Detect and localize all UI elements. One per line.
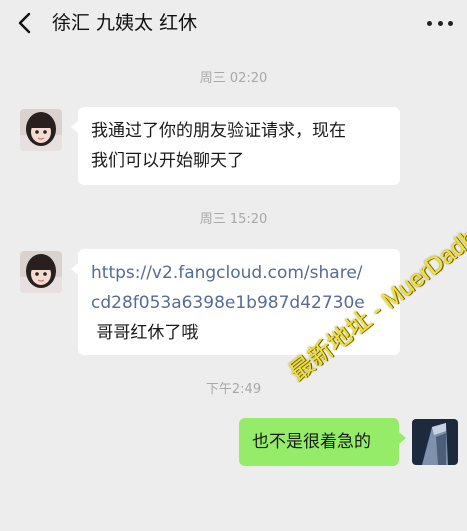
timestamp: 周三 02:20 — [199, 71, 268, 86]
avatar[interactable] — [412, 419, 458, 465]
timestamp: 周三 15:20 — [199, 212, 268, 227]
chat-title: 徐汇 九姨太 红休 — [52, 12, 198, 34]
avatar[interactable] — [20, 251, 62, 293]
more-dots-icon[interactable] — [427, 14, 453, 32]
share-link[interactable]: https://v2.fangcloud.com/share/ cd28f053… — [91, 258, 387, 318]
message-line: 我通过了你的朋友验证请求，现在 — [91, 121, 346, 141]
message-line: 我们可以开始聊天了 — [91, 151, 244, 171]
message-bubble[interactable]: 我通过了你的朋友验证请求，现在 我们可以开始聊天了 — [71, 107, 400, 185]
avatar[interactable] — [20, 109, 62, 151]
chat-header: 徐汇 九姨太 红休 — [0, 0, 467, 46]
chevron-left-icon[interactable] — [12, 9, 40, 37]
link-line: https://v2.fangcloud.com/share/ — [91, 263, 363, 283]
message-bubble[interactable]: 也不是很着急的 — [239, 418, 406, 466]
timestamp: 下午2:49 — [205, 382, 262, 397]
message-text: 也不是很着急的 — [252, 432, 371, 452]
